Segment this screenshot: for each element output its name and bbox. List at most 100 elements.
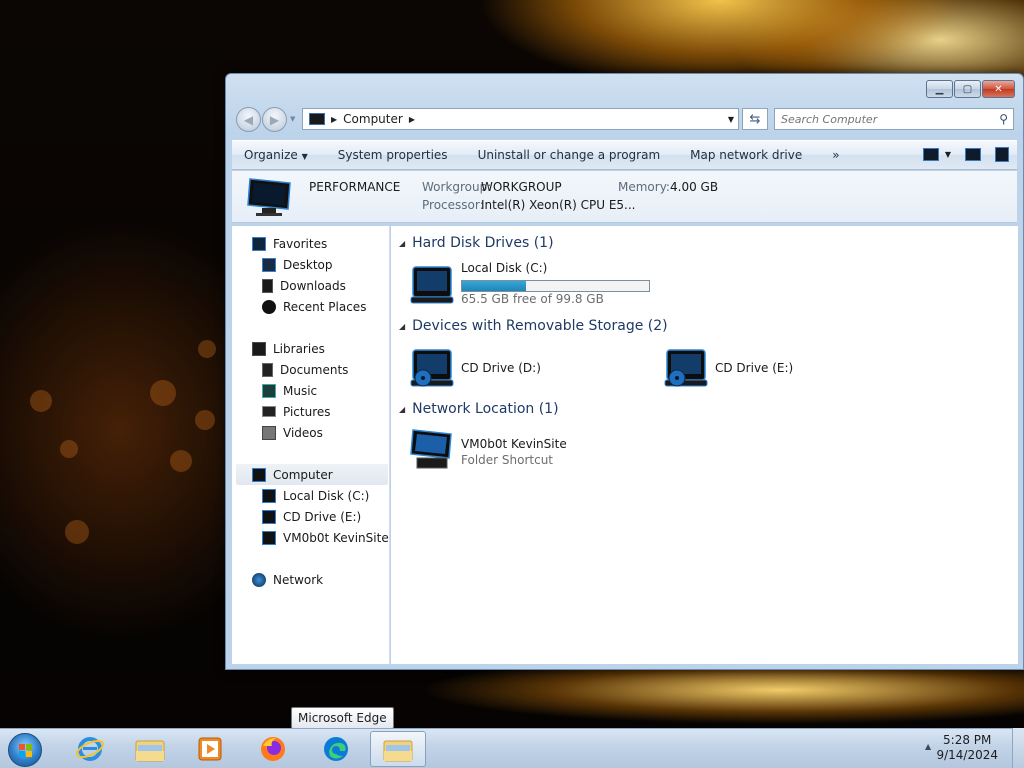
minimize-button[interactable]: ▁	[926, 80, 953, 98]
cd-drive-icon	[664, 349, 708, 387]
taskbar-media-player[interactable]	[182, 731, 238, 767]
organize-label: Organize	[244, 148, 298, 162]
breadcrumb-separator-icon[interactable]: ▶	[409, 115, 415, 124]
windows-logo-icon	[19, 744, 32, 757]
nav-music[interactable]: Music	[262, 380, 317, 401]
search-field[interactable]: ⚲	[774, 108, 1014, 130]
more-commands-button[interactable]: »	[817, 148, 854, 162]
uninstall-program-button[interactable]: Uninstall or change a program	[463, 148, 676, 162]
content-pane: ◢ Hard Disk Drives (1) Local Disk (C:) 6…	[391, 226, 1018, 664]
taskbar-file-explorer-active[interactable]	[370, 731, 426, 767]
nav-downloads-label: Downloads	[280, 278, 346, 293]
disk-usage-bar	[461, 280, 650, 292]
disk-usage-fill	[462, 281, 526, 291]
nav-libraries[interactable]: Libraries	[252, 338, 325, 359]
breadcrumb-computer[interactable]: Computer	[343, 112, 403, 126]
taskbar-firefox[interactable]	[245, 731, 301, 767]
nav-kevinsite[interactable]: VM0b0t KevinSite	[262, 527, 389, 548]
address-row: ◀ ▶ ▼ ▶ Computer ▶ ▼ ⇆ ⚲	[232, 106, 1017, 132]
nav-documents[interactable]: Documents	[262, 359, 348, 380]
group-network-location[interactable]: ◢ Network Location (1)	[399, 401, 559, 417]
memory-value: 4.00 GB	[670, 180, 719, 194]
change-view-button[interactable]: ▼	[922, 148, 951, 161]
documents-icon	[262, 362, 273, 377]
music-icon	[262, 383, 276, 398]
system-properties-button[interactable]: System properties	[323, 148, 463, 162]
pictures-icon	[262, 406, 276, 417]
recent-pages-dropdown[interactable]: ▼	[290, 115, 295, 123]
nav-libraries-label: Libraries	[273, 341, 325, 356]
group-network-label: Network Location (1)	[412, 401, 559, 417]
media-player-icon	[198, 737, 222, 761]
network-location-name: VM0b0t KevinSite	[461, 437, 567, 451]
help-button[interactable]	[995, 147, 1009, 162]
network-folder-icon	[262, 530, 276, 545]
system-clock[interactable]: 5:28 PM 9/14/2024	[936, 733, 998, 763]
view-controls: ▼	[922, 147, 1009, 162]
nav-local-disk[interactable]: Local Disk (C:)	[262, 485, 369, 506]
favorites-star-icon	[252, 236, 266, 251]
nav-network[interactable]: Network	[252, 569, 323, 590]
nav-recent-places[interactable]: Recent Places	[262, 296, 366, 317]
forward-button[interactable]: ▶	[262, 107, 287, 132]
collapse-triangle-icon[interactable]: ◢	[399, 239, 405, 248]
cd-drive-icon	[410, 349, 454, 387]
nav-computer[interactable]: Computer	[236, 464, 388, 485]
nav-pictures[interactable]: Pictures	[262, 401, 331, 422]
back-button[interactable]: ◀	[236, 107, 261, 132]
clock-date: 9/14/2024	[936, 748, 998, 762]
show-desktop-button[interactable]	[1012, 728, 1024, 768]
folder-icon	[383, 740, 413, 762]
collapse-triangle-icon[interactable]: ◢	[399, 322, 405, 331]
network-globe-icon	[252, 572, 266, 587]
address-dropdown-icon[interactable]: ▼	[728, 115, 734, 124]
nav-network-label: Network	[273, 572, 324, 587]
nav-documents-label: Documents	[280, 362, 349, 377]
computer-name: PERFORMANCE	[309, 180, 401, 194]
nav-desktop[interactable]: Desktop	[262, 254, 333, 275]
nav-recent-places-label: Recent Places	[283, 299, 367, 314]
group-removable-label: Devices with Removable Storage (2)	[412, 318, 668, 334]
memory-label: Memory:	[618, 180, 670, 194]
start-button[interactable]	[8, 733, 42, 767]
back-arrow-icon: ◀	[243, 112, 254, 127]
taskbar-microsoft-edge[interactable]	[308, 731, 364, 767]
local-disk-free-space: 65.5 GB free of 99.8 GB	[461, 292, 604, 306]
group-hard-disk-drives[interactable]: ◢ Hard Disk Drives (1)	[399, 235, 554, 251]
computer-icon	[309, 113, 325, 125]
address-bar[interactable]: ▶ Computer ▶ ▼	[302, 108, 739, 130]
local-disk-name: Local Disk (C:)	[461, 261, 548, 275]
collapse-triangle-icon[interactable]: ◢	[399, 405, 405, 414]
maximize-button[interactable]: ▢	[954, 80, 981, 98]
breadcrumb-separator-icon[interactable]: ▶	[331, 115, 337, 124]
chevron-down-icon: ▼	[301, 152, 308, 161]
refresh-button[interactable]: ⇆	[742, 108, 768, 130]
organize-menu[interactable]: Organize ▼	[232, 148, 323, 162]
nav-cd-drive-e-label: CD Drive (E:)	[283, 509, 362, 524]
network-folder-icon	[410, 429, 452, 469]
search-icon[interactable]: ⚲	[999, 112, 1008, 126]
close-button[interactable]: ✕	[982, 80, 1015, 98]
search-input[interactable]	[781, 110, 991, 128]
nav-cd-drive-e[interactable]: CD Drive (E:)	[262, 506, 361, 527]
nav-local-disk-label: Local Disk (C:)	[283, 488, 370, 503]
preview-pane-button[interactable]	[965, 148, 981, 161]
nav-videos[interactable]: Videos	[262, 422, 323, 443]
taskbar-file-explorer[interactable]	[122, 731, 178, 767]
forward-arrow-icon: ▶	[269, 112, 280, 127]
wallpaper-bokeh	[198, 340, 216, 358]
wallpaper-bokeh	[195, 410, 215, 430]
nav-favorites[interactable]: Favorites	[252, 233, 327, 254]
show-hidden-icons-button[interactable]: ▲	[925, 742, 931, 751]
processor-value: Intel(R) Xeon(R) CPU E5...	[481, 198, 636, 212]
wallpaper-bokeh	[30, 390, 52, 412]
processor-label: Processor:	[422, 198, 484, 212]
group-removable-storage[interactable]: ◢ Devices with Removable Storage (2)	[399, 318, 668, 334]
wallpaper-bokeh	[60, 440, 78, 458]
map-network-drive-button[interactable]: Map network drive	[675, 148, 817, 162]
taskbar-internet-explorer[interactable]	[62, 731, 118, 767]
taskbar-tooltip: Microsoft Edge	[291, 707, 394, 729]
nav-downloads[interactable]: Downloads	[262, 275, 346, 296]
cd-drive-e-name: CD Drive (E:)	[715, 361, 794, 375]
desktop-icon	[262, 257, 276, 272]
